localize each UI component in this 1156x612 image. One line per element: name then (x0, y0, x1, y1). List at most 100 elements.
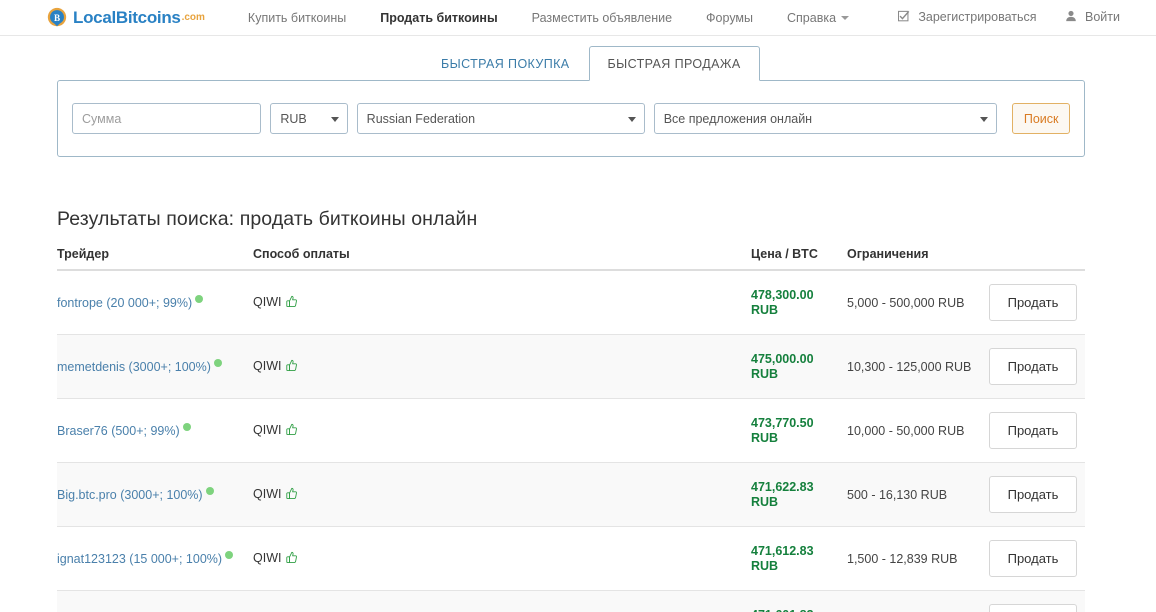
price-currency: RUB (751, 366, 779, 381)
bitcoin-logo-icon: B (46, 7, 68, 29)
country-select[interactable]: Russian Federation (356, 103, 645, 134)
search-form-panel: RUB Russian Federation Все предложения о… (57, 80, 1085, 157)
online-status-dot-icon (205, 487, 214, 495)
cell-trader: memetdenis (3000+; 100%) (57, 334, 253, 399)
table-header-row: Трейдер Способ оплаты Цена / BTC Огранич… (57, 244, 1085, 271)
sell-button[interactable]: Продать (989, 412, 1077, 449)
login-link[interactable]: Войти (1051, 0, 1134, 36)
currency-select[interactable]: RUB (270, 103, 348, 134)
top-navigation-bar: B LocalBitcoins .com Купить биткоины Про… (0, 0, 1156, 36)
payment-method-select-value: Все предложения онлайн (663, 111, 813, 126)
nav-item-post-ad[interactable]: Разместить объявление (515, 0, 689, 36)
column-header-limits: Ограничения (847, 244, 989, 271)
price-amount: 478,300.00 (751, 287, 814, 302)
table-row: memetdenis (3000+; 100%) QIWI 475,000.00 RU… (57, 334, 1085, 399)
price-amount: 475,000.00 (751, 351, 814, 366)
limits-value: 10,300 - 125,000 RUB (847, 359, 972, 374)
sell-button[interactable]: Продать (989, 540, 1077, 577)
payment-method-select[interactable]: Все предложения онлайн (653, 103, 997, 134)
price-amount: 471,601.83 (751, 608, 847, 612)
page-title: Результаты поиска: продать биткоины онла… (57, 208, 478, 230)
price-currency: RUB (751, 430, 779, 445)
cell-price: 471,622.83 RUB (751, 462, 847, 527)
amount-input[interactable] (72, 103, 262, 134)
trader-link[interactable]: memetdenis (3000+; 100%) (57, 360, 211, 374)
table-row: Big.btc.pro (3000+; 100%) QIWI 471,622.83 R… (57, 462, 1085, 527)
cell-price: 471,601.83RUB (751, 590, 847, 612)
trader-link[interactable]: ignat123123 (15 000+; 100%) (57, 552, 222, 566)
payment-method-label: QIWI (253, 550, 282, 565)
trader-link[interactable]: fontrope (20 000+; 99%) (57, 296, 192, 310)
cell-payment-method: QIWI (253, 398, 751, 463)
results-table: Трейдер Способ оплаты Цена / BTC Огранич… (57, 244, 1085, 612)
country-select-value: Russian Federation (366, 111, 476, 126)
account-nav: Зарегистрироваться Войти (884, 0, 1134, 36)
brand-logo-link[interactable]: B LocalBitcoins .com (46, 7, 205, 29)
thumbs-up-icon (285, 359, 298, 375)
limits-value: 500 - 16,130 RUB (847, 487, 948, 502)
cell-price: 478,300.00 RUB (751, 270, 847, 335)
payment-method-label: QIWI (253, 486, 282, 501)
sell-button[interactable]: Продать (989, 604, 1077, 612)
price-amount: 473,770.50 (751, 415, 814, 430)
chevron-down-icon (841, 16, 850, 21)
sell-button[interactable]: Продать (989, 348, 1077, 385)
online-status-dot-icon (195, 295, 204, 303)
cell-action: Продать (989, 526, 1085, 591)
cell-price: 471,612.83 RUB (751, 526, 847, 591)
nav-item-forums[interactable]: Форумы (689, 0, 770, 36)
cell-payment-method: QIWI (253, 462, 751, 527)
sell-button[interactable]: Продать (989, 284, 1077, 321)
payment-method-label: QIWI (253, 358, 282, 373)
tab-quick-buy[interactable]: БЫСТРАЯ ПОКУПКА (422, 46, 589, 80)
nav-item-help[interactable]: Справка (770, 0, 866, 36)
column-header-action (989, 244, 1085, 271)
thumbs-up-icon (285, 295, 298, 311)
cell-price: 475,000.00 RUB (751, 334, 847, 399)
limits-value: 10,000 - 50,000 RUB (847, 423, 965, 438)
limits-value: 1,500 - 12,839 RUB (847, 551, 958, 566)
nav-item-help-label: Справка (787, 10, 837, 25)
cell-trader: ignat123123 (15 000+; 100%) (57, 526, 253, 591)
checkbox-icon (897, 0, 910, 36)
results-table-body: fontrope (20 000+; 99%) QIWI 478,300.00 RUB… (57, 270, 1085, 612)
thumbs-up-icon (285, 487, 298, 503)
trader-link[interactable]: Braser76 (500+; 99%) (57, 424, 180, 438)
column-header-price: Цена / BTC (751, 244, 847, 271)
brand-name: LocalBitcoins (73, 8, 181, 27)
table-row: Mimimimm (1000+; 100%)QIWI471,601.83RUB1… (57, 590, 1085, 612)
payment-method-label: QIWI (253, 294, 282, 309)
price-amount: 471,622.83 (751, 479, 814, 494)
register-label: Зарегистрироваться (918, 10, 1037, 24)
table-row: ignat123123 (15 000+; 100%) QIWI 471,612.8… (57, 526, 1085, 591)
limits-value: 5,000 - 500,000 RUB (847, 295, 965, 310)
cell-payment-method: QIWI (253, 590, 751, 612)
brand-tld: .com (181, 12, 205, 23)
price-currency: RUB (751, 494, 779, 509)
nav-item-sell-bitcoins[interactable]: Продать биткоины (363, 0, 514, 36)
nav-item-buy-bitcoins[interactable]: Купить биткоины (231, 0, 363, 36)
svg-text:B: B (54, 12, 60, 22)
cell-action: Продать (989, 334, 1085, 399)
price-amount: 471,612.83 (751, 543, 814, 558)
cell-trader: Mimimimm (1000+; 100%) (57, 590, 253, 612)
payment-method-label: QIWI (253, 422, 282, 437)
sell-button[interactable]: Продать (989, 476, 1077, 513)
register-link[interactable]: Зарегистрироваться (884, 0, 1051, 36)
cell-limits: 5,000 - 500,000 RUB (847, 270, 989, 335)
online-status-dot-icon (225, 551, 234, 559)
cell-trader: fontrope (20 000+; 99%) (57, 270, 253, 335)
cell-limits: 10,300 - 125,000 RUB (847, 334, 989, 399)
cell-action: Продать (989, 270, 1085, 335)
results-table-head: Трейдер Способ оплаты Цена / BTC Огранич… (57, 244, 1085, 271)
online-status-dot-icon (182, 423, 191, 431)
thumbs-up-icon (285, 551, 298, 567)
trader-link[interactable]: Big.btc.pro (3000+; 100%) (57, 488, 203, 502)
user-icon (1065, 0, 1077, 36)
cell-trader: Braser76 (500+; 99%) (57, 398, 253, 463)
tab-quick-sell[interactable]: БЫСТРАЯ ПРОДАЖА (588, 46, 760, 81)
quick-trade-tabs: БЫСТРАЯ ПОКУПКА БЫСТРАЯ ПРОДАЖА (422, 46, 760, 81)
price-currency: RUB (751, 302, 779, 317)
search-button[interactable]: Поиск (1011, 103, 1070, 134)
login-label: Войти (1085, 10, 1120, 24)
